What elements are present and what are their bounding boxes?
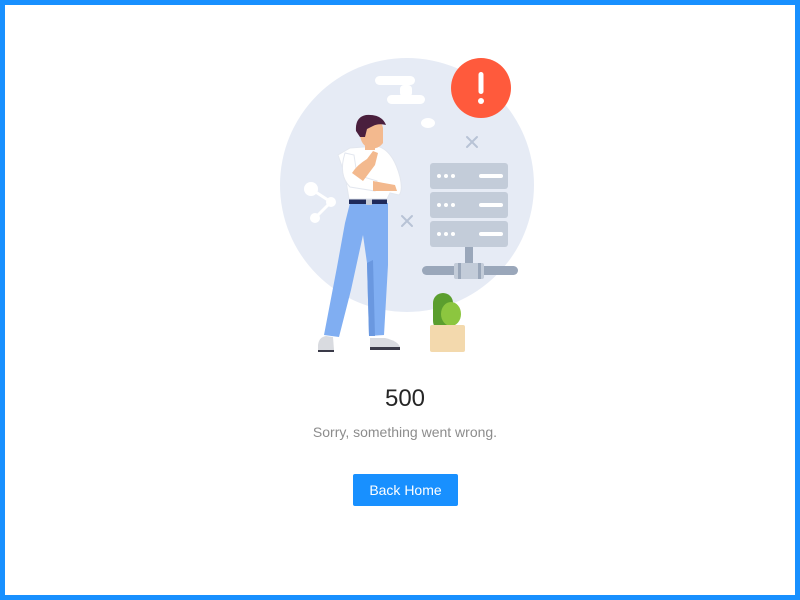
plant-icon (430, 293, 465, 352)
alert-icon (451, 58, 511, 118)
status-code: 500 (384, 385, 426, 412)
error-message: Sorry, something went wrong. (312, 424, 498, 440)
page-frame: 500 Sorry, something went wrong. Back Ho… (0, 0, 800, 600)
back-home-button[interactable]: Back Home (353, 474, 458, 506)
error-illustration (280, 58, 534, 352)
